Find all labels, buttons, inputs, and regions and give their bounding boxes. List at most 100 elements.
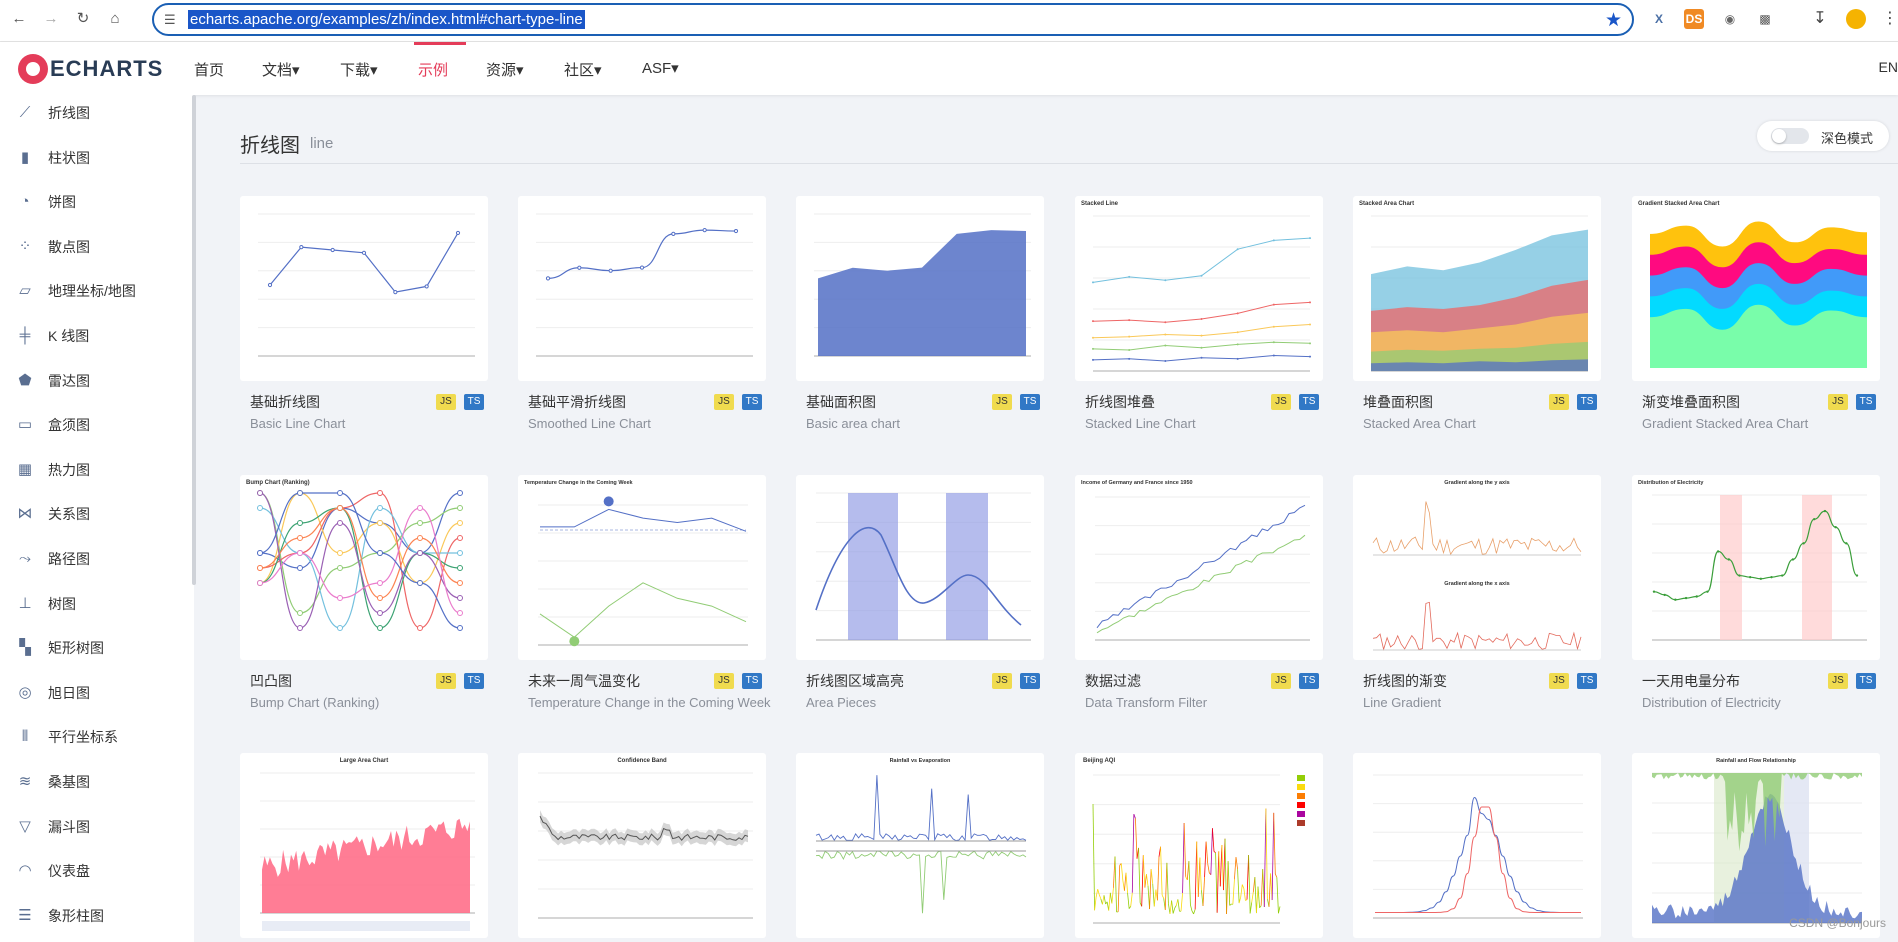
download-icon[interactable]: ↧ <box>1810 9 1830 29</box>
chart-thumbnail[interactable]: Rainfall and Flow Relationship <box>1632 753 1880 938</box>
nav-download[interactable]: 下载▾ <box>340 59 378 80</box>
reload-icon[interactable]: ↻ <box>72 8 94 30</box>
ts-badge[interactable]: TS <box>1299 394 1319 410</box>
card-title[interactable]: 折线图堆叠 <box>1085 392 1155 412</box>
sidebar-item-18[interactable]: ☰ 象形柱图 <box>14 904 104 928</box>
chart-thumbnail[interactable]: Beijing AQI <box>1075 753 1323 938</box>
sidebar-item-15[interactable]: ≋ 桑基图 <box>14 770 90 794</box>
sidebar-item-4[interactable]: ▱ 地理坐标/地图 <box>14 279 136 303</box>
card-title[interactable]: 未来一周气温变化 <box>528 671 640 691</box>
nav-resources[interactable]: 资源▾ <box>486 59 524 80</box>
sidebar-item-9[interactable]: ⋈ 关系图 <box>14 502 91 526</box>
sidebar-item-16[interactable]: ▽ 漏斗图 <box>14 815 90 839</box>
ts-badge[interactable]: TS <box>464 394 484 410</box>
card-title[interactable]: 折线图的渐变 <box>1363 671 1447 691</box>
address-bar[interactable]: ☰ echarts.apache.org/examples/zh/index.h… <box>152 3 1634 36</box>
sidebar-item-1[interactable]: ▮ 柱状图 <box>14 146 90 170</box>
browser-menu-icon[interactable]: ⋮ <box>1880 9 1898 29</box>
chart-thumbnail[interactable] <box>1353 753 1601 938</box>
card-title[interactable]: 基础平滑折线图 <box>528 392 626 412</box>
nav-community[interactable]: 社区▾ <box>564 59 602 80</box>
ts-badge[interactable]: TS <box>742 673 762 689</box>
card-title[interactable]: 基础折线图 <box>250 392 320 412</box>
forward-arrow-icon[interactable]: → <box>40 8 62 30</box>
sidebar-item-17[interactable]: ◠ 仪表盘 <box>14 859 90 883</box>
chart-thumbnail[interactable]: Bump Chart (Ranking) <box>240 475 488 660</box>
dark-mode-toggle[interactable]: 深色模式 <box>1757 121 1889 151</box>
ts-badge[interactable]: TS <box>1577 673 1597 689</box>
card-title[interactable]: 一天用电量分布 <box>1642 671 1740 691</box>
ts-badge[interactable]: TS <box>1856 673 1876 689</box>
nav-docs[interactable]: 文档▾ <box>262 59 300 80</box>
card-title[interactable]: 折线图区域高亮 <box>806 671 904 691</box>
chart-thumbnail[interactable]: Large Area Chart <box>240 753 488 938</box>
sidebar-item-0[interactable]: ⟋ 折线图 <box>14 101 90 125</box>
home-icon[interactable]: ⌂ <box>104 8 126 30</box>
chart-thumbnail[interactable]: Income of Germany and France since 1950 <box>1075 475 1323 660</box>
js-badge[interactable]: JS <box>1271 673 1291 689</box>
ts-badge[interactable]: TS <box>1856 394 1876 410</box>
language-switch[interactable]: EN <box>1879 59 1898 75</box>
chart-thumbnail[interactable]: Distribution of Electricity <box>1632 475 1880 660</box>
sidebar-item-2[interactable]: ◔ 饼图 <box>14 190 76 214</box>
js-badge[interactable]: JS <box>992 394 1012 410</box>
js-badge[interactable]: JS <box>714 394 734 410</box>
sidebar-item-14[interactable]: ⫴ 平行坐标系 <box>14 725 118 749</box>
card-title[interactable]: 渐变堆叠面积图 <box>1642 392 1740 412</box>
js-badge[interactable]: JS <box>714 673 734 689</box>
site-settings-icon[interactable]: ☰ <box>164 12 176 28</box>
sidebar-item-6[interactable]: ⬟ 雷达图 <box>14 369 90 393</box>
js-badge[interactable]: JS <box>436 394 456 410</box>
ts-badge[interactable]: TS <box>1020 394 1040 410</box>
card-title[interactable]: 基础面积图 <box>806 392 876 412</box>
dark-mode-switch[interactable] <box>1771 128 1809 144</box>
nav-examples[interactable]: 示例 <box>418 59 448 80</box>
ts-badge[interactable]: TS <box>1020 673 1040 689</box>
sidebar-item-11[interactable]: ⊥ 树图 <box>14 592 76 616</box>
profile-avatar[interactable] <box>1846 9 1866 29</box>
chart-thumbnail[interactable] <box>518 196 766 381</box>
chart-thumbnail[interactable]: Rainfall vs Evaporation <box>796 753 1044 938</box>
chart-thumbnail[interactable]: Stacked Area Chart <box>1353 196 1601 381</box>
chart-thumbnail[interactable]: Stacked Line <box>1075 196 1323 381</box>
ts-badge[interactable]: TS <box>1299 673 1319 689</box>
chart-thumbnail[interactable]: Temperature Change in the Coming Week <box>518 475 766 660</box>
card-title[interactable]: 数据过滤 <box>1085 671 1141 691</box>
ts-badge[interactable]: TS <box>1577 394 1597 410</box>
extensions-puzzle-icon[interactable]: ▩ <box>1755 9 1775 29</box>
nav-asf[interactable]: ASF▾ <box>642 59 679 77</box>
sidebar-item-5[interactable]: ╪ K 线图 <box>14 324 90 348</box>
camera-icon[interactable]: ◉ <box>1720 9 1740 29</box>
chart-thumbnail[interactable] <box>240 196 488 381</box>
sidebar-item-3[interactable]: ⁘ 散点图 <box>14 235 90 259</box>
card-title[interactable]: 凹凸图 <box>250 671 292 691</box>
bookmark-star-icon[interactable]: ★ <box>1605 9 1622 32</box>
chart-thumbnail[interactable] <box>796 475 1044 660</box>
nav-home[interactable]: 首页 <box>194 59 224 80</box>
js-badge[interactable]: JS <box>1828 394 1848 410</box>
sidebar-item-12[interactable]: ▚ 矩形树图 <box>14 636 104 660</box>
chart-thumbnail[interactable]: Gradient Stacked Area Chart <box>1632 196 1880 381</box>
js-badge[interactable]: JS <box>1549 394 1569 410</box>
js-badge[interactable]: JS <box>1271 394 1291 410</box>
js-badge[interactable]: JS <box>1828 673 1848 689</box>
sidebar-item-13[interactable]: ◎ 旭日图 <box>14 681 90 705</box>
card-title[interactable]: 堆叠面积图 <box>1363 392 1433 412</box>
ts-badge[interactable]: TS <box>464 673 484 689</box>
extension-x-icon[interactable]: X <box>1649 9 1669 29</box>
chart-thumbnail[interactable]: Gradient along the y axis Gradient along … <box>1353 475 1601 660</box>
back-arrow-icon[interactable]: ← <box>8 8 30 30</box>
js-badge[interactable]: JS <box>1549 673 1569 689</box>
url-text[interactable]: echarts.apache.org/examples/zh/index.htm… <box>188 10 585 29</box>
js-badge[interactable]: JS <box>992 673 1012 689</box>
echarts-logo[interactable]: ECHARTS <box>18 52 163 86</box>
extension-ds-icon[interactable]: DS <box>1684 9 1704 29</box>
chart-thumbnail[interactable] <box>796 196 1044 381</box>
ts-badge[interactable]: TS <box>742 394 762 410</box>
series-line <box>1096 504 1306 629</box>
sidebar-item-7[interactable]: ▭ 盒须图 <box>14 413 90 437</box>
js-badge[interactable]: JS <box>436 673 456 689</box>
sidebar-item-8[interactable]: ▦ 热力图 <box>14 458 90 482</box>
sidebar-item-10[interactable]: ⤳ 路径图 <box>14 547 90 571</box>
chart-thumbnail[interactable]: Confidence Band <box>518 753 766 938</box>
